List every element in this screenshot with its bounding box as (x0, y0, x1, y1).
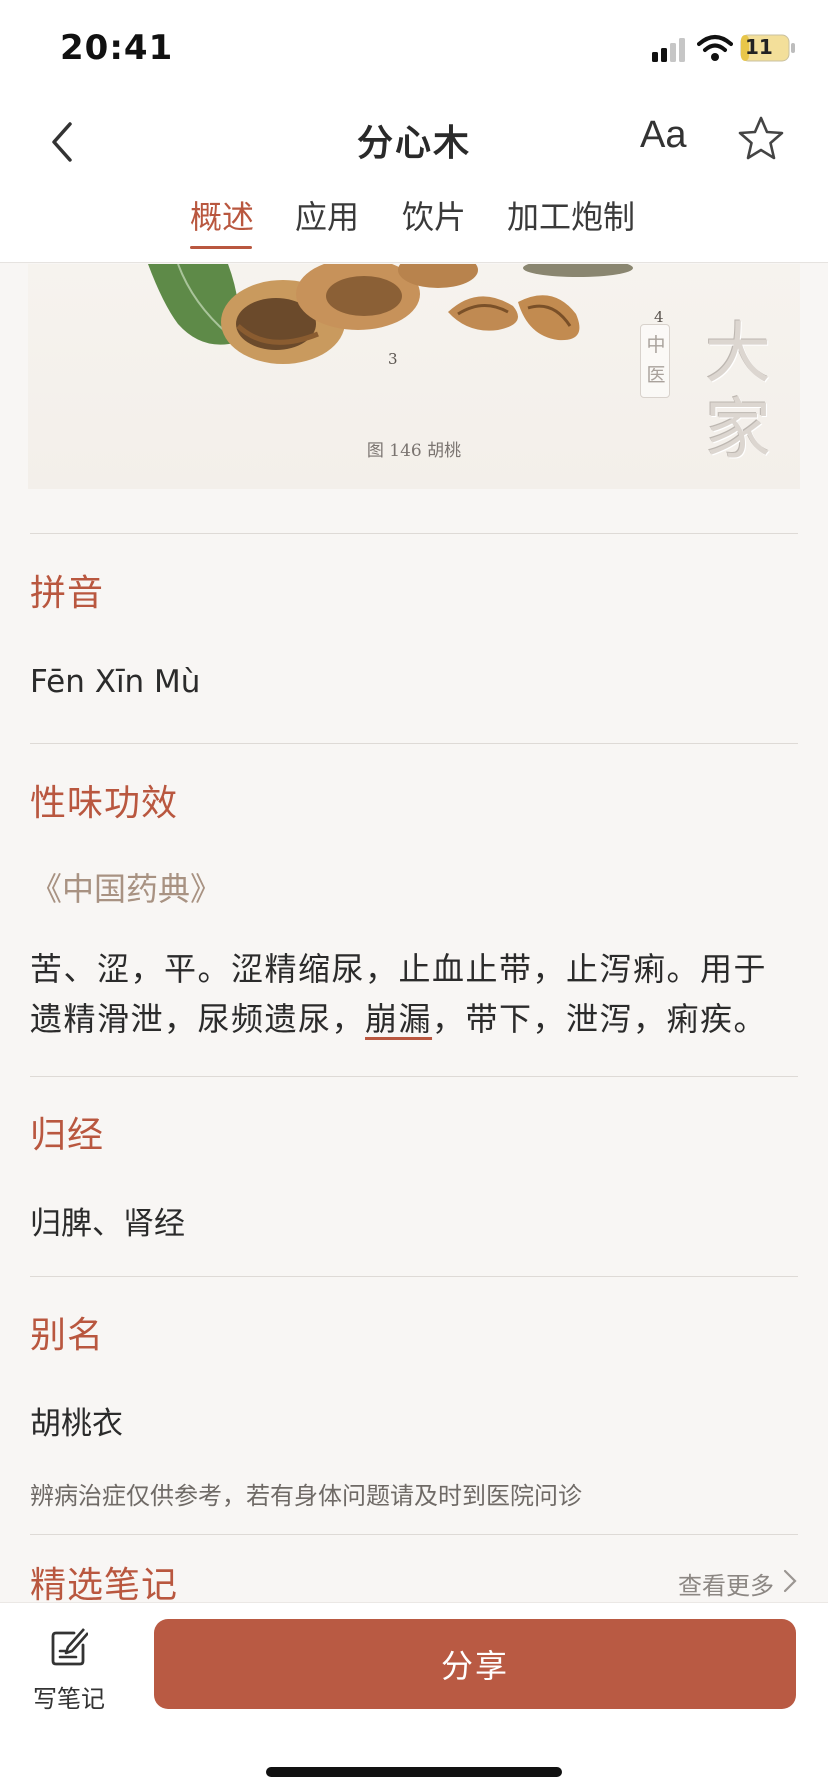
watermark-small-text: 中医 (646, 334, 666, 386)
status-bar: 20:41 11 (0, 0, 828, 100)
tab-slices[interactable]: 饮片 (402, 192, 466, 238)
efficacy-text: 苦、涩，平。涩精缩尿，止血止带，止泻痢。用于遗精滑泄，尿频遗尿，崩漏，带下，泄泻… (30, 944, 800, 1044)
view-more-link[interactable]: 查看更多 (678, 1566, 774, 1601)
star-icon[interactable] (736, 114, 786, 164)
home-indicator (266, 1767, 562, 1777)
herb-illustration: 3 4 中医 大家 图 146 胡桃 (28, 264, 800, 489)
share-button[interactable]: 分享 (154, 1619, 796, 1709)
signal-icon (652, 38, 685, 62)
divider (30, 533, 798, 534)
chevron-right-icon[interactable] (782, 1568, 798, 1594)
tab-bar: 概述 应用 饮片 加工炮制 (0, 192, 828, 252)
pinyin-text: Fēn Xīn Mù (30, 664, 201, 700)
section-title-alias: 别名 (30, 1315, 105, 1356)
divider (30, 1534, 798, 1535)
page-title: 分心木 (356, 123, 471, 164)
battery-level: 11 (745, 35, 773, 59)
alias-text: 胡桃衣 (30, 1406, 123, 1442)
divider (30, 1276, 798, 1277)
tab-processing[interactable]: 加工炮制 (507, 192, 635, 238)
font-size-button[interactable]: Aa (640, 114, 686, 157)
section-title-properties: 性味功效 (30, 783, 179, 824)
wifi-icon (697, 35, 733, 61)
bottom-bar: 写笔记 分享 (0, 1602, 828, 1792)
section-title-pinyin: 拼音 (30, 573, 105, 614)
note-edit-icon[interactable] (50, 1627, 88, 1667)
tab-overview[interactable]: 概述 (190, 192, 254, 238)
divider (30, 743, 798, 744)
figure-caption: 图 146 胡桃 (366, 441, 462, 461)
status-time: 20:41 (60, 28, 174, 68)
figure-number-3: 3 (388, 350, 398, 368)
tab-application[interactable]: 应用 (295, 192, 359, 238)
source-reference: 《中国药典》 (30, 870, 223, 908)
active-tab-indicator (190, 246, 252, 249)
divider (30, 1076, 798, 1077)
section-title-meridian: 归经 (30, 1115, 105, 1156)
write-note-label[interactable]: 写笔记 (30, 1679, 108, 1714)
nav-header: 分心木 Aa 概述 应用 饮片 加工炮制 (0, 100, 828, 263)
meridian-text: 归脾、肾经 (30, 1206, 185, 1242)
section-title-notes: 精选笔记 (30, 1565, 179, 1606)
disclaimer: 辨病治症仅供参考，若有身体问题请及时到医院问诊 (30, 1482, 582, 1510)
back-icon[interactable] (44, 118, 84, 166)
efficacy-text-part: ，带下，泄泻，痢疾。 (432, 1000, 768, 1038)
glossary-term-link[interactable]: 崩漏 (365, 1000, 432, 1038)
